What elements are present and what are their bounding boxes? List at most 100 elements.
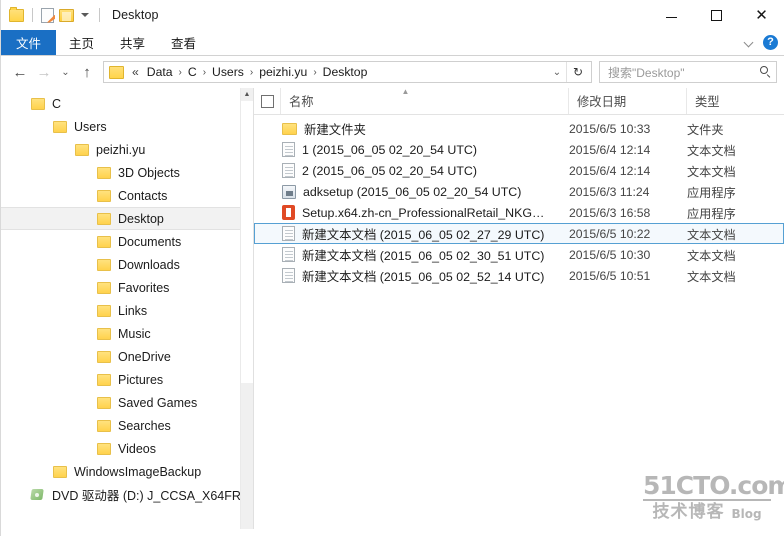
new-folder-icon[interactable] xyxy=(59,8,74,22)
tree-item[interactable]: Videos xyxy=(1,437,253,460)
close-icon[interactable]: ✕ xyxy=(739,0,784,30)
address-bar[interactable]: « Data › C › Users › peizhi.yu › Desktop… xyxy=(103,61,592,83)
back-button[interactable]: ← xyxy=(8,59,32,85)
search-input[interactable]: 搜索"Desktop" xyxy=(599,61,777,83)
tree-item-label: Videos xyxy=(118,441,156,456)
navigation-scrollbar[interactable]: ▲ xyxy=(240,88,253,529)
refresh-icon[interactable]: ↻ xyxy=(566,62,589,82)
scroll-up-icon[interactable]: ▲ xyxy=(241,88,253,101)
tree-item[interactable]: Users xyxy=(1,115,253,138)
table-row[interactable]: 新建文本文档 (2015_06_05 02_27_29 UTC) 2015/6/5… xyxy=(254,223,784,244)
breadcrumb-item-peizhiyu[interactable]: peizhi.yu xyxy=(255,65,311,79)
table-row[interactable]: 1 (2015_06_05 02_20_54 UTC) 2015/6/4 12:1… xyxy=(254,139,784,160)
tree-item[interactable]: Favorites xyxy=(1,276,253,299)
breadcrumb-item-c[interactable]: C xyxy=(184,65,201,79)
divider xyxy=(32,8,33,22)
table-row[interactable]: 新建文本文档 (2015_06_05 02_52_14 UTC) 2015/6/5… xyxy=(254,265,784,286)
file-name-cell: 新建文本文档 (2015_06_05 02_27_29 UTC) xyxy=(255,225,569,243)
chevron-right-icon[interactable]: › xyxy=(177,67,184,78)
tree-item[interactable]: Pictures xyxy=(1,368,253,391)
properties-icon[interactable] xyxy=(41,7,54,23)
checkbox-icon[interactable] xyxy=(260,94,274,108)
file-type-cell: 文本文档 xyxy=(687,227,736,242)
tab-home[interactable]: 主页 xyxy=(56,30,107,55)
dvd-drive-icon xyxy=(31,488,45,501)
table-row[interactable]: Setup.x64.zh-cn_ProfessionalRetail_NKG… 2… xyxy=(254,202,784,223)
chevron-right-icon[interactable]: › xyxy=(201,67,208,78)
table-row[interactable]: 新建文件夹 2015/6/5 10:33 文件夹 xyxy=(254,118,784,139)
tree-item-label: Users xyxy=(74,119,107,134)
file-type-cell: 文件夹 xyxy=(687,122,724,137)
file-name-label: 2 (2015_06_05 02_20_54 UTC) xyxy=(302,163,477,178)
recent-locations-button[interactable]: ⌄ xyxy=(56,59,75,85)
tree-item[interactable]: OneDrive xyxy=(1,345,253,368)
folder-icon xyxy=(97,373,111,386)
breadcrumb: « Data › C › Users › peizhi.yu › Desktop xyxy=(126,65,548,79)
tree-item[interactable]: Links xyxy=(1,299,253,322)
divider xyxy=(99,8,100,22)
tree-item[interactable]: 3D Objects xyxy=(1,161,253,184)
tree-item[interactable]: Searches xyxy=(1,414,253,437)
tree-item[interactable]: Music xyxy=(1,322,253,345)
tree-item-label: C xyxy=(52,96,62,111)
chevron-down-icon[interactable] xyxy=(81,13,89,17)
tree-item[interactable]: Contacts xyxy=(1,184,253,207)
file-name-label: 新建文本文档 (2015_06_05 02_30_51 UTC) xyxy=(302,248,545,263)
search-icon[interactable] xyxy=(759,65,772,79)
file-date-cell: 2015/6/5 10:33 xyxy=(569,121,651,136)
tree-item-label: Links xyxy=(118,303,148,318)
file-type-cell: 文本文档 xyxy=(687,269,736,284)
tab-share[interactable]: 共享 xyxy=(107,30,158,55)
folder-icon xyxy=(97,442,111,455)
table-row[interactable]: adksetup (2015_06_05 02_20_54 UTC) 2015/6… xyxy=(254,181,784,202)
tree-item[interactable]: Desktop xyxy=(1,207,253,230)
column-header-type[interactable]: 类型 xyxy=(686,88,784,114)
maximize-icon[interactable] xyxy=(694,0,739,30)
chevron-right-icon[interactable]: › xyxy=(248,67,255,78)
text-file-icon xyxy=(282,163,295,178)
tree-item[interactable]: DVD 驱动器 (D:) J_CCSA_X64FRE_Z xyxy=(1,483,253,506)
text-file-icon xyxy=(282,247,295,262)
folder-icon xyxy=(75,143,89,156)
tree-item[interactable]: Documents xyxy=(1,230,253,253)
column-header-name[interactable]: 名称 xyxy=(280,88,568,114)
chevron-right-icon[interactable]: › xyxy=(311,67,318,78)
help-icon[interactable]: ? xyxy=(763,35,778,50)
breadcrumb-item-users[interactable]: Users xyxy=(208,65,248,79)
forward-button[interactable]: → xyxy=(32,59,56,85)
address-dropdown-icon[interactable]: ⌄ xyxy=(548,62,566,82)
table-row[interactable]: 2 (2015_06_05 02_20_54 UTC) 2015/6/4 12:1… xyxy=(254,160,784,181)
file-name-cell: 新建文本文档 (2015_06_05 02_30_51 UTC) xyxy=(255,246,569,264)
file-date-cell: 2015/6/3 16:58 xyxy=(569,205,651,220)
breadcrumb-item-data[interactable]: Data xyxy=(143,65,177,79)
file-type-cell: 文本文档 xyxy=(687,143,736,158)
tree-item[interactable]: WindowsImageBackup xyxy=(1,460,253,483)
tree-item[interactable]: peizhi.yu xyxy=(1,138,253,161)
file-rows: 新建文件夹 2015/6/5 10:33 文件夹 1 (2015_06_05 02_2… xyxy=(254,115,784,286)
watermark-cn-text: 技术博客 xyxy=(652,502,725,521)
search-placeholder: 搜索"Desktop" xyxy=(608,65,685,80)
breadcrumb-item-desktop[interactable]: Desktop xyxy=(319,65,372,79)
tree-item[interactable]: Downloads xyxy=(1,253,253,276)
file-name-cell: adksetup (2015_06_05 02_20_54 UTC) xyxy=(255,184,569,199)
window-title: Desktop xyxy=(112,8,159,22)
tab-view[interactable]: 查看 xyxy=(158,30,209,55)
folder-icon xyxy=(97,281,111,294)
navigation-pane: C Users peizhi.yu 3D Objects Contacts Desktop… xyxy=(1,88,253,529)
minimize-icon[interactable] xyxy=(649,0,694,30)
tab-file[interactable]: 文件 xyxy=(1,30,57,55)
file-date-cell: 2015/6/4 12:14 xyxy=(569,163,651,178)
breadcrumb-overflow[interactable]: « xyxy=(126,65,143,79)
column-header-date[interactable]: 修改日期 xyxy=(568,88,686,114)
tree-item[interactable]: Saved Games xyxy=(1,391,253,414)
tree-item[interactable]: C xyxy=(1,92,253,115)
folder-icon xyxy=(97,235,111,248)
file-name-cell: 新建文件夹 xyxy=(255,120,569,138)
select-all-checkbox[interactable] xyxy=(254,88,280,114)
chevron-down-icon[interactable] xyxy=(745,38,754,47)
up-button[interactable]: ↑ xyxy=(75,59,99,85)
file-type-cell: 应用程序 xyxy=(687,185,736,200)
scrollbar-thumb[interactable] xyxy=(241,101,253,383)
table-row[interactable]: 新建文本文档 (2015_06_05 02_30_51 UTC) 2015/6/5… xyxy=(254,244,784,265)
tree-item-label: DVD 驱动器 (D:) J_CCSA_X64FRE_Z xyxy=(52,489,253,503)
